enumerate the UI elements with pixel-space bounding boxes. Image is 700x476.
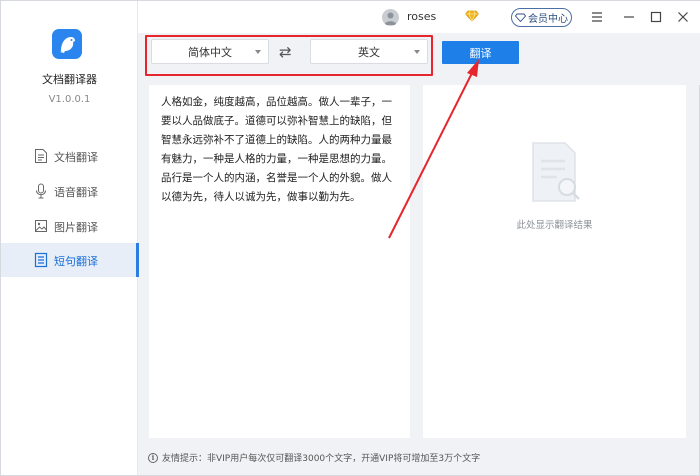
sidebar-item-image-translate[interactable]: 图片翻译	[1, 209, 138, 243]
empty-result-icon	[532, 142, 580, 202]
vip-center-label: 会员中心	[528, 14, 568, 25]
swap-icon[interactable]: ⇄	[279, 45, 292, 60]
vip-center-button[interactable]: 会员中心	[511, 8, 572, 27]
target-language-select[interactable]: 英文	[310, 39, 428, 64]
source-text[interactable]: 人格如金，纯度越高，品位越高。做人一辈子，一要以人品做底子。道德可以弥补智慧上的…	[161, 93, 397, 207]
sidebar: 文档翻译器 V1.0.0.1 文档翻译 语音翻译 图片翻译 短句翻译	[1, 1, 139, 475]
chevron-down-icon	[414, 50, 420, 54]
text-list-icon	[34, 252, 48, 268]
app-window: 文档翻译器 V1.0.0.1 文档翻译 语音翻译 图片翻译 短句翻译 roses…	[0, 0, 700, 476]
footer-tip: 友情提示：非VIP用户每次仅可翻译3000个文字，开通VIP将可增加至3万个文字	[162, 454, 481, 464]
target-language-value: 英文	[358, 45, 380, 59]
bird-logo-icon	[52, 29, 82, 59]
info-icon: i	[148, 453, 158, 463]
source-text-area[interactable]: 人格如金，纯度越高，品位越高。做人一辈子，一要以人品做底子。道德可以弥补智慧上的…	[149, 85, 410, 438]
avatar[interactable]	[382, 9, 399, 26]
sidebar-item-label: 短句翻译	[54, 255, 98, 268]
sidebar-item-label: 文档翻译	[54, 151, 98, 164]
minimize-icon[interactable]	[621, 9, 637, 25]
source-language-select[interactable]: 简体中文	[151, 39, 269, 64]
microphone-icon	[36, 183, 46, 199]
result-placeholder: 此处显示翻译结果	[516, 220, 593, 231]
menu-icon[interactable]	[589, 9, 605, 25]
translate-button[interactable]: 翻译	[442, 41, 519, 64]
document-icon	[35, 149, 47, 163]
chevron-down-icon	[255, 50, 261, 54]
app-version: V1.0.0.1	[48, 94, 91, 105]
diamond-icon[interactable]	[465, 10, 479, 22]
source-language-value: 简体中文	[188, 45, 232, 59]
result-panel: 此处显示翻译结果	[423, 85, 686, 438]
close-icon[interactable]	[675, 9, 691, 25]
sidebar-item-label: 语音翻译	[54, 186, 98, 199]
sidebar-item-voice-translate[interactable]: 语音翻译	[1, 174, 138, 208]
image-icon	[35, 220, 47, 232]
app-name: 文档翻译器	[42, 73, 97, 86]
maximize-icon[interactable]	[648, 9, 664, 25]
vip-diamond-icon	[515, 13, 526, 22]
username[interactable]: roses	[407, 10, 436, 23]
footer: i 友情提示：非VIP用户每次仅可翻译3000个文字，开通VIP将可增加至3万个…	[138, 446, 700, 470]
sidebar-item-sentence-translate[interactable]: 短句翻译	[1, 243, 139, 277]
sidebar-item-label: 图片翻译	[54, 221, 98, 234]
sidebar-item-document-translate[interactable]: 文档翻译	[1, 139, 138, 173]
